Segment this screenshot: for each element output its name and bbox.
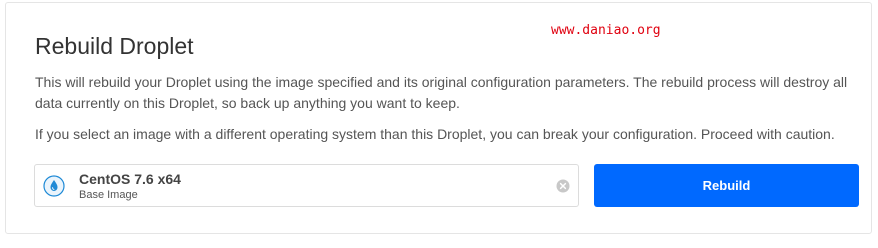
rebuild-droplet-panel: Rebuild Droplet www.daniao.org This will… (5, 2, 872, 234)
image-name: CentOS 7.6 x64 (79, 171, 181, 187)
description-paragraph-2: If you select an image with a different … (35, 126, 835, 142)
image-select[interactable]: CentOS 7.6 x64 Base Image (34, 164, 579, 207)
clear-circle-icon[interactable] (556, 179, 570, 193)
panel-title: Rebuild Droplet (35, 33, 194, 59)
watermark-text: www.daniao.org (551, 23, 661, 38)
image-type-label: Base Image (79, 189, 138, 201)
description-paragraph-1: This will rebuild your Droplet using the… (35, 74, 848, 111)
centos-drop-icon (43, 175, 65, 197)
rebuild-button[interactable]: Rebuild (594, 164, 859, 207)
